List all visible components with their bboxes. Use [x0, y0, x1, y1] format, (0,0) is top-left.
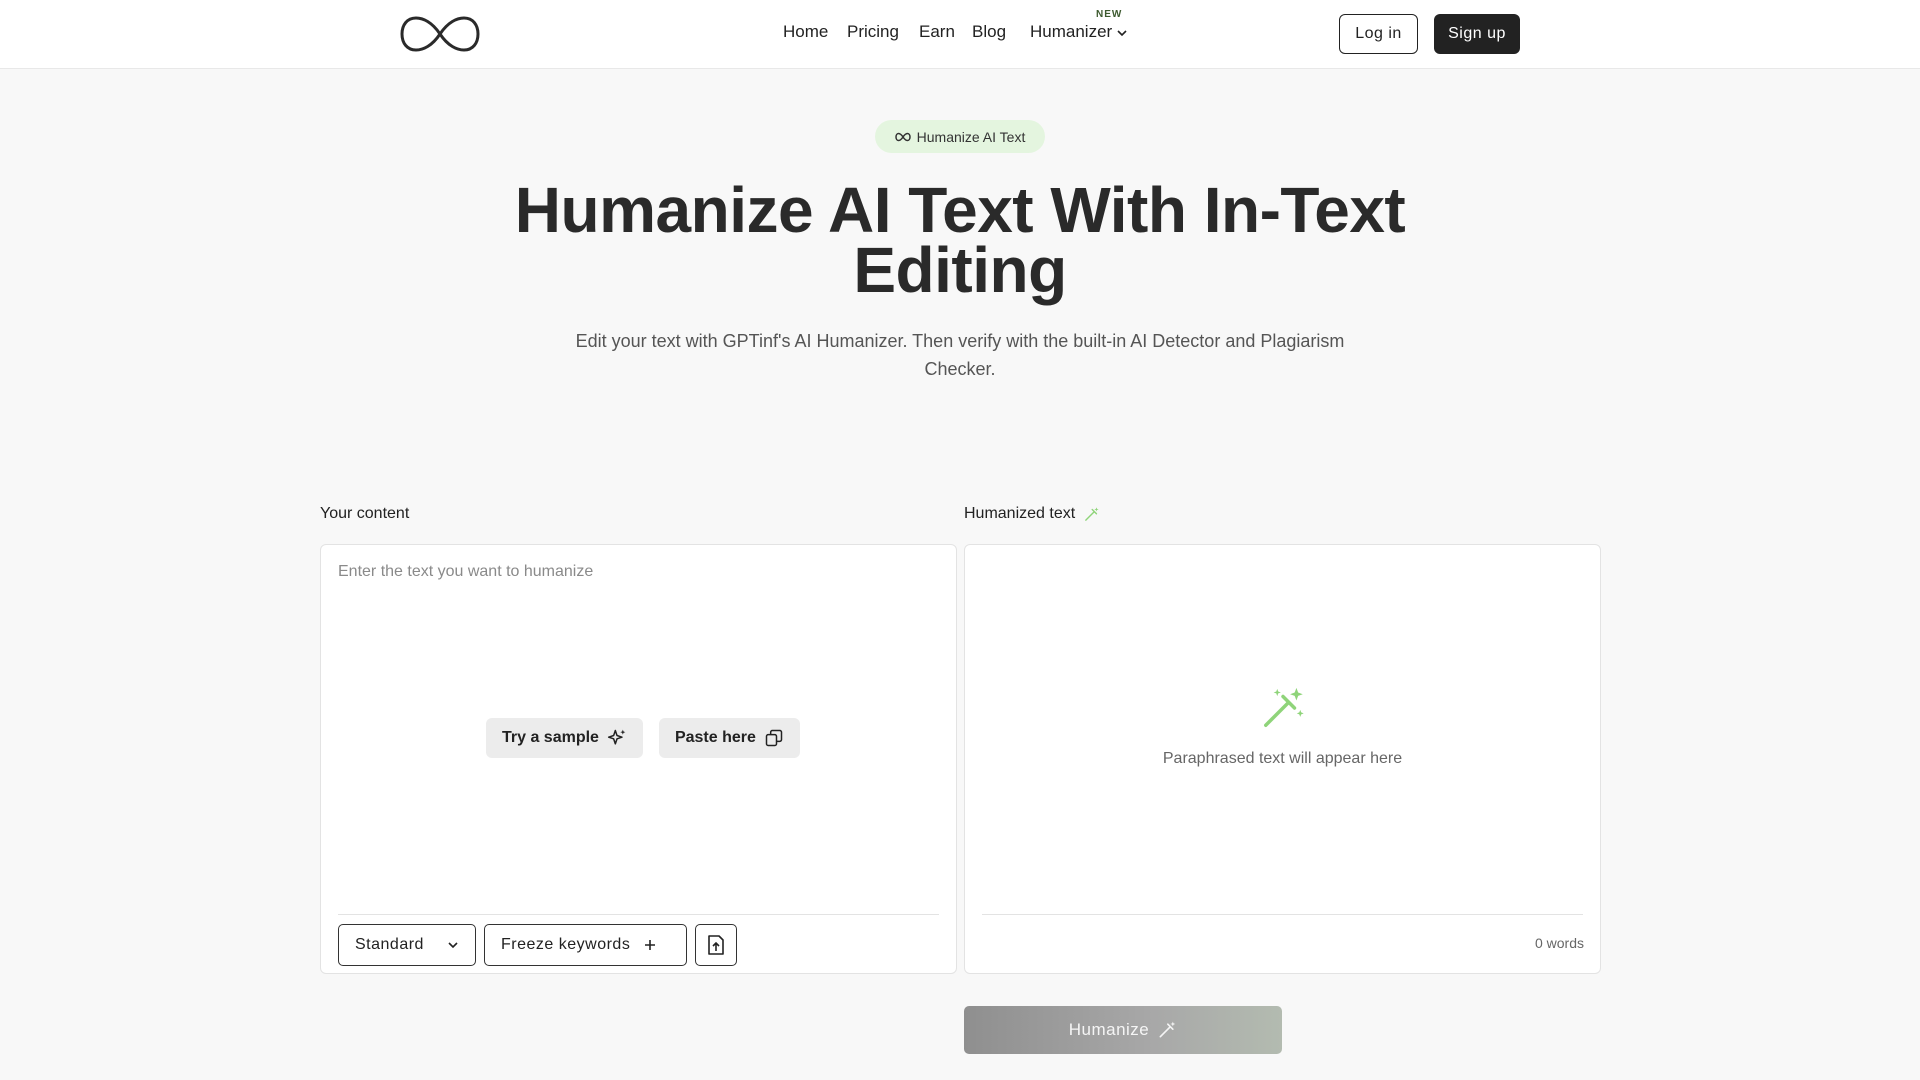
humanize-button[interactable]: Humanize: [964, 1006, 1282, 1054]
chevron-down-icon: [1117, 29, 1127, 36]
try-sample-button[interactable]: Try a sample: [486, 718, 643, 758]
input-label-text: Your content: [320, 505, 410, 522]
magic-wand-icon: [1085, 506, 1099, 521]
upload-file-button[interactable]: [695, 924, 737, 966]
freeze-keywords-button[interactable]: Freeze keywords: [484, 924, 687, 966]
signup-button[interactable]: Sign up: [1434, 14, 1520, 54]
try-sample-label: Try a sample: [502, 729, 599, 746]
output-label-text: Humanized text: [964, 505, 1076, 522]
humanize-label: Humanize: [1068, 1020, 1150, 1039]
nav-earn[interactable]: Earn: [919, 22, 955, 42]
nav-blog[interactable]: Blog: [972, 22, 1006, 42]
login-button[interactable]: Log in: [1339, 14, 1418, 54]
copy-icon: [765, 729, 783, 747]
sparkle-icon: [607, 729, 626, 745]
magic-wand-icon: [1263, 687, 1304, 727]
freeze-keywords-label: Freeze keywords: [501, 936, 631, 953]
nav-humanizer-dropdown[interactable]: Humanizer: [1030, 22, 1128, 42]
nav-humanizer-label: Humanizer: [1030, 22, 1113, 41]
input-panel-label: Your content: [320, 505, 409, 523]
output-panel: Paraphrased text will appear here 0 word…: [964, 544, 1601, 974]
mode-select-label: Standard: [355, 936, 424, 953]
output-divider: [982, 914, 1583, 915]
new-badge: NEW: [1096, 9, 1123, 20]
upload-file-icon: [708, 935, 724, 955]
nav-pricing[interactable]: Pricing: [847, 22, 899, 42]
input-panel: Enter the text you want to humanize Try …: [320, 544, 957, 974]
magic-wand-icon: [1159, 1021, 1176, 1038]
text-input[interactable]: Enter the text you want to humanize: [338, 563, 593, 581]
input-actions: Try a sample Paste here: [486, 718, 800, 758]
nav-home[interactable]: Home: [783, 22, 828, 42]
hero-badge: Humanize AI Text: [875, 120, 1045, 153]
output-panel-label: Humanized text: [964, 505, 1100, 523]
page-title: Humanize AI Text With In-Text Editing: [514, 174, 1406, 306]
infinity-icon: [894, 132, 911, 141]
plus-icon: [645, 940, 656, 950]
mode-select[interactable]: Standard: [338, 924, 476, 966]
chevron-down-icon: [448, 942, 458, 949]
output-empty-state: Paraphrased text will appear here: [965, 685, 1600, 768]
infinity-logo-icon[interactable]: [399, 14, 481, 54]
hero-badge-label: Humanize AI Text: [916, 128, 1026, 145]
page-subtitle: Edit your text with GPTinf's AI Humanize…: [575, 331, 1345, 379]
output-placeholder: Paraphrased text will appear here: [1162, 750, 1403, 767]
paste-here-button[interactable]: Paste here: [658, 718, 800, 758]
paste-here-label: Paste here: [674, 729, 756, 746]
input-divider: [338, 914, 939, 915]
site-header: Home Pricing Earn Blog NEW Humanizer Log…: [0, 0, 1920, 69]
word-count: 0 words: [1534, 935, 1584, 951]
